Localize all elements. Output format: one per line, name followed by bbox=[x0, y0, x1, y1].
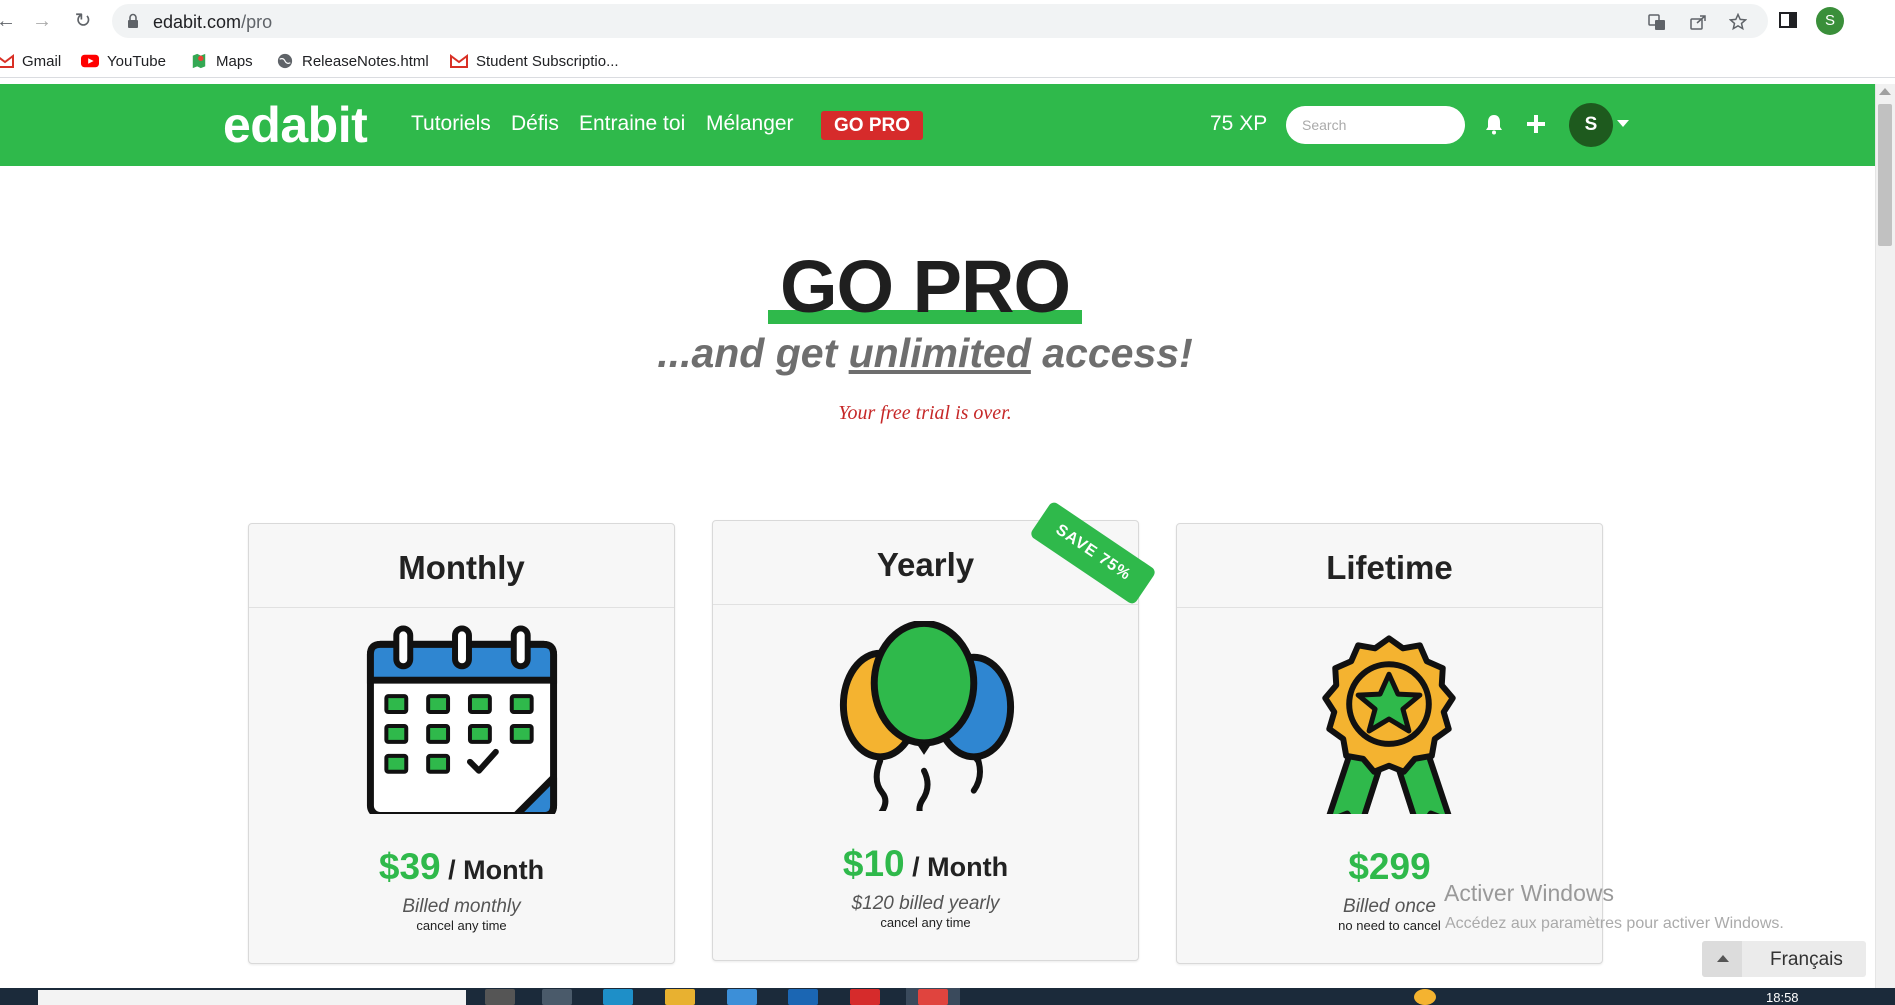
billing-note: Billed monthly bbox=[402, 896, 521, 917]
bookmark-youtube[interactable]: YouTube bbox=[81, 50, 166, 72]
side-panel-icon[interactable] bbox=[1774, 6, 1802, 34]
bookmarks-bar: Gmail YouTube Maps ReleaseNotes.html Stu… bbox=[0, 42, 1895, 78]
plan-price: $39 / Month bbox=[378, 846, 545, 887]
scroll-up-icon[interactable] bbox=[1879, 88, 1891, 95]
user-avatar[interactable]: S bbox=[1569, 103, 1613, 147]
gmail-icon bbox=[450, 54, 468, 68]
lock-icon bbox=[128, 13, 138, 28]
bookmark-star-icon[interactable] bbox=[1729, 13, 1747, 31]
bookmark-maps[interactable]: Maps bbox=[190, 50, 253, 72]
plan-card-yearly[interactable]: Yearly $10 / Month $120 billed yearly ca… bbox=[712, 520, 1139, 961]
forward-icon[interactable]: → bbox=[30, 9, 54, 33]
page-subtitle: ...and get unlimited access! bbox=[657, 330, 1193, 376]
taskbar-clock[interactable]: 18:58 bbox=[1766, 990, 1799, 1005]
calendar-icon bbox=[366, 625, 558, 814]
plan-card-monthly[interactable]: Monthly $39 / Month Billed monthly cance… bbox=[248, 523, 675, 964]
gmail-icon bbox=[0, 54, 14, 68]
taskbar-search-box[interactable] bbox=[38, 990, 466, 1005]
billing-note: $120 billed yearly bbox=[851, 893, 1000, 914]
browser-profile-avatar[interactable]: S bbox=[1816, 7, 1844, 35]
site-header: edabit Tutoriels Défis Entraine toi Méla… bbox=[0, 84, 1875, 166]
nav-tutoriels[interactable]: Tutoriels bbox=[411, 112, 491, 136]
reload-icon[interactable]: ↻ bbox=[71, 9, 95, 33]
trial-expired-notice: Your free trial is over. bbox=[838, 402, 1012, 424]
go-pro-button[interactable]: GO PRO bbox=[821, 111, 923, 140]
language-label: Français bbox=[1770, 949, 1843, 970]
xp-counter: 75 XP bbox=[1210, 112, 1268, 135]
chevron-up-icon bbox=[1717, 955, 1729, 962]
windows-taskbar: 18:58 bbox=[0, 988, 1895, 1005]
share-icon[interactable] bbox=[1689, 13, 1707, 31]
language-toggle-button[interactable] bbox=[1702, 941, 1742, 977]
url-text: edabit.com/pro bbox=[153, 12, 273, 32]
task-view-icon[interactable] bbox=[542, 989, 572, 1005]
nav-entraine-toi[interactable]: Entraine toi bbox=[579, 112, 685, 136]
search-input[interactable] bbox=[1286, 106, 1465, 144]
back-icon[interactable]: ← bbox=[0, 9, 18, 33]
bookmark-releasenotes[interactable]: ReleaseNotes.html bbox=[276, 50, 429, 72]
address-bar[interactable]: edabit.com/pro bbox=[112, 4, 1768, 38]
browser-toolbar: ← → ↻ edabit.com/pro S bbox=[0, 0, 1895, 42]
plus-icon[interactable] bbox=[1524, 112, 1548, 136]
bell-icon[interactable] bbox=[1482, 112, 1506, 136]
nav-defis[interactable]: Défis bbox=[511, 112, 559, 136]
youtube-icon bbox=[81, 54, 99, 68]
opera-icon[interactable] bbox=[850, 989, 880, 1005]
maps-icon bbox=[192, 53, 206, 69]
edabit-logo[interactable]: edabit bbox=[223, 96, 368, 154]
windows-activation-title: Activer Windows bbox=[1444, 880, 1614, 906]
mail-icon[interactable] bbox=[788, 989, 818, 1005]
page-title: GO PRO bbox=[779, 245, 1071, 328]
windows-activation-subtitle: Accédez aux paramètres pour activer Wind… bbox=[1445, 915, 1784, 932]
bookmark-student-subscription[interactable]: Student Subscriptio... bbox=[450, 50, 619, 72]
award-icon bbox=[1322, 635, 1456, 814]
cancel-note: cancel any time bbox=[880, 915, 971, 930]
weather-icon[interactable] bbox=[1414, 989, 1436, 1005]
cancel-note: cancel any time bbox=[416, 918, 507, 933]
scrollbar-thumb[interactable] bbox=[1878, 104, 1892, 246]
plan-name: Lifetime bbox=[1177, 524, 1602, 608]
bookmark-gmail[interactable]: Gmail bbox=[0, 50, 61, 72]
edge-icon[interactable] bbox=[603, 989, 633, 1005]
chevron-down-icon[interactable] bbox=[1617, 120, 1629, 127]
language-selector[interactable]: Français bbox=[1702, 941, 1866, 977]
file-explorer-icon[interactable] bbox=[665, 989, 695, 1005]
store-icon[interactable] bbox=[727, 989, 757, 1005]
chrome-icon bbox=[918, 989, 948, 1005]
globe-icon bbox=[277, 53, 293, 69]
translate-icon[interactable] bbox=[1648, 13, 1666, 31]
plan-name: Monthly bbox=[249, 524, 674, 608]
nav-melanger[interactable]: Mélanger bbox=[706, 112, 794, 136]
balloons-icon bbox=[839, 621, 1015, 811]
plan-price: $10 / Month bbox=[842, 843, 1009, 884]
search-icon[interactable] bbox=[485, 989, 515, 1005]
